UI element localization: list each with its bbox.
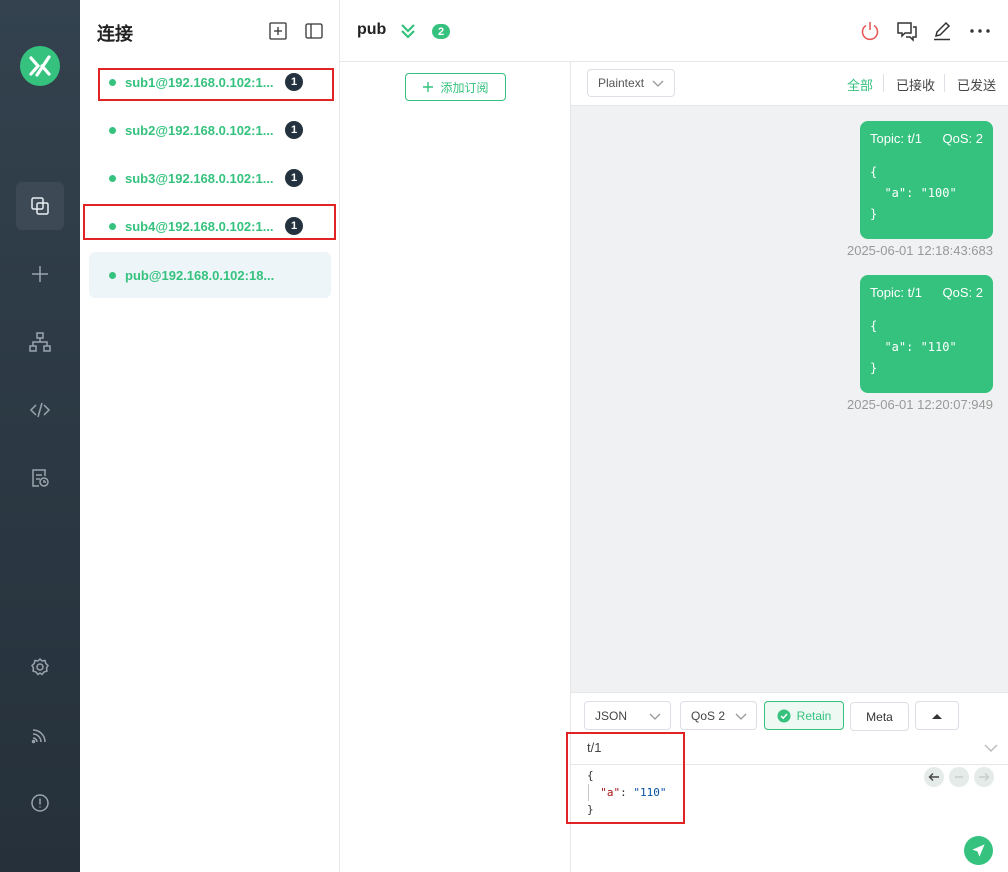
status-dot (109, 174, 116, 182)
sitemap-icon (29, 332, 51, 352)
about-nav[interactable] (16, 779, 64, 827)
connection-name: pub@192.168.0.102:18... (125, 267, 275, 283)
topology-nav[interactable] (16, 318, 64, 366)
gear-icon (31, 657, 49, 676)
chevron-down-icon[interactable] (984, 743, 998, 753)
message-payload: { "a": "110" } (870, 319, 957, 375)
connection-name: sub3@192.168.0.102:1... (125, 170, 274, 186)
expand-composer-button[interactable] (915, 701, 959, 730)
history-clear-button[interactable] (949, 767, 969, 787)
connection-header: pub 2 (340, 0, 1008, 62)
retain-toggle[interactable]: Retain (764, 701, 844, 730)
new-window-icon[interactable] (896, 20, 918, 42)
check-circle-icon (777, 709, 791, 722)
connections-panel: 连接 sub1@192.168.0.102:1... 1 sub2@192.16… (80, 0, 340, 872)
message-toolbar: Plaintext 全部 已接收 已发送 (571, 62, 1008, 106)
chevron-down-icon (735, 713, 747, 720)
message-topic: Topic: t/1 (870, 131, 923, 146)
connections-nav[interactable] (16, 182, 64, 230)
arrow-right-icon (979, 773, 990, 781)
unread-badge: 1 (285, 121, 303, 139)
app-rail (0, 0, 80, 872)
unread-badge: 1 (285, 169, 303, 187)
code-icon (29, 402, 51, 418)
chevron-down-icon (652, 80, 664, 87)
connections-title: 连接 (97, 24, 133, 44)
message-bubble[interactable]: Topic: t/1 QoS: 2 { "a": "100" } (860, 121, 993, 239)
add-subscription-button[interactable]: 添加订阅 (405, 73, 506, 101)
settings-nav[interactable] (16, 643, 64, 691)
retain-label: Retain (796, 708, 832, 723)
connection-item-sub3[interactable]: sub3@192.168.0.102:1... 1 (89, 155, 331, 201)
collapse-chevron-icon[interactable] (400, 22, 416, 40)
payload-format-select[interactable]: Plaintext (587, 69, 675, 97)
message-qos: QoS: 2 (942, 285, 983, 300)
message-time: 2025-06-01 12:20:07:949 (846, 397, 993, 412)
edit-icon[interactable] (931, 20, 953, 42)
highlight-box-payload (566, 732, 685, 824)
composer-format-value: JSON (595, 708, 628, 723)
minus-icon (955, 776, 963, 778)
message-time: 2025-06-01 12:18:43:683 (846, 243, 993, 258)
highlight-box-sub4 (83, 204, 336, 240)
connection-name: sub2@192.168.0.102:1... (125, 122, 274, 138)
composer-format-select[interactable]: JSON (584, 701, 671, 730)
connections-icon (31, 197, 49, 215)
feed-nav[interactable] (16, 711, 64, 759)
divider (883, 74, 884, 92)
message-qos: QoS: 2 (942, 131, 983, 146)
payload-format-value: Plaintext (598, 76, 645, 90)
new-connection-nav[interactable] (16, 250, 64, 298)
filter-sent[interactable]: 已发送 (957, 75, 996, 94)
connection-title: pub (357, 21, 387, 38)
message-bubble[interactable]: Topic: t/1 QoS: 2 { "a": "110" } (860, 275, 993, 393)
info-icon (31, 794, 49, 812)
toggle-panel-icon[interactable] (305, 22, 323, 40)
send-icon (972, 844, 985, 857)
disconnect-icon[interactable] (859, 20, 881, 42)
history-back-button[interactable] (924, 767, 944, 787)
log-nav[interactable] (16, 454, 64, 502)
rss-icon (31, 729, 46, 744)
divider (944, 74, 945, 92)
message-topic: Topic: t/1 (870, 285, 923, 300)
message-list: Plaintext 全部 已接收 已发送 Topic: t/1 QoS: 2 {… (571, 62, 1008, 692)
highlight-box-sub1 (98, 68, 334, 101)
history-forward-button[interactable] (974, 767, 994, 787)
caret-up-icon (932, 713, 942, 719)
add-subscription-label: 添加订阅 (440, 80, 489, 95)
connection-item-pub[interactable]: pub@192.168.0.102:18... (89, 252, 331, 298)
script-nav[interactable] (16, 386, 64, 434)
meta-button[interactable]: Meta (850, 702, 909, 731)
status-dot (109, 271, 116, 279)
log-icon (32, 469, 49, 487)
status-dot (109, 126, 116, 134)
qos-value: QoS 2 (691, 708, 726, 723)
message-payload: { "a": "100" } (870, 165, 957, 221)
mqttx-logo (20, 46, 60, 86)
send-button[interactable] (964, 836, 993, 865)
filter-received[interactable]: 已接收 (896, 75, 935, 94)
connection-item-sub2[interactable]: sub2@192.168.0.102:1... 1 (89, 107, 331, 153)
plus-icon (423, 82, 434, 92)
filter-all[interactable]: 全部 (847, 75, 873, 94)
subscription-count-badge: 2 (432, 24, 450, 39)
new-connection-icon[interactable] (269, 22, 287, 40)
chevron-down-icon (649, 713, 661, 720)
subscriptions-panel: 添加订阅 (340, 62, 571, 872)
plus-icon (32, 266, 48, 282)
more-icon[interactable] (969, 20, 991, 42)
qos-select[interactable]: QoS 2 (680, 701, 757, 730)
arrow-left-icon (928, 773, 939, 781)
